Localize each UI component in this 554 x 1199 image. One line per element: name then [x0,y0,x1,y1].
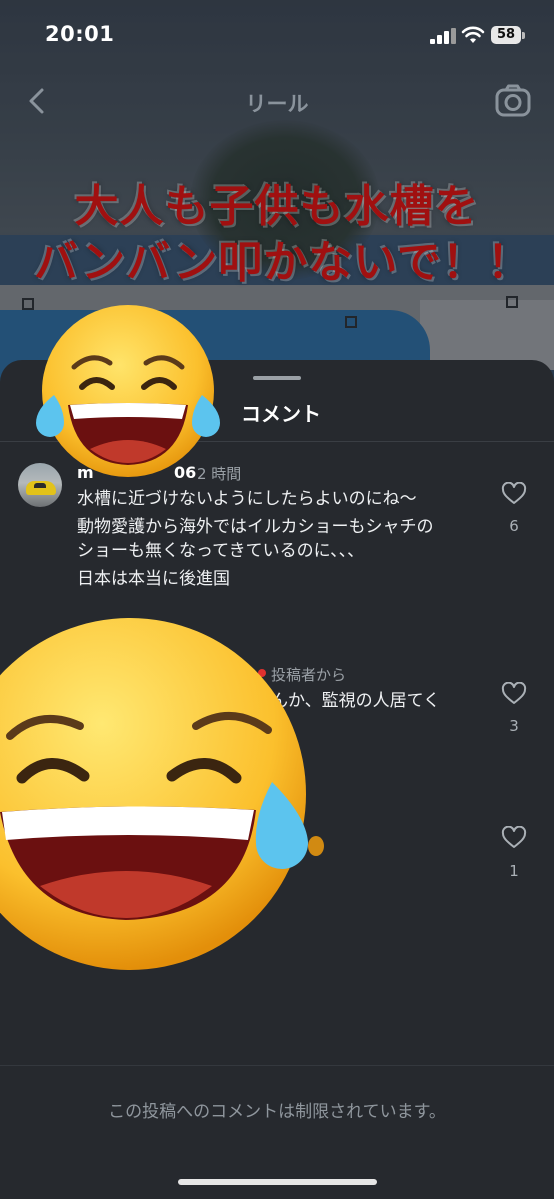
signal-icon [430,28,456,44]
comment-text-line: 日本は本当に後進国 [77,569,230,589]
comment-restricted-note: この投稿へのコメントは制限されています。 [108,1102,446,1122]
like-count: 3 [509,717,519,735]
status-time: 20:01 [45,22,115,46]
wifi-icon [461,26,485,43]
heart-icon[interactable] [501,682,527,706]
camera-icon[interactable] [494,82,532,120]
home-indicator[interactable] [178,1179,377,1185]
battery-tip [522,32,525,39]
like-count: 1 [509,862,519,880]
crying-laughing-emoji [0,618,324,970]
battery-icon: 58 [491,26,521,44]
crying-laughing-emoji [36,305,220,477]
page-title: リール [245,92,309,116]
comment-text-line: 水槽に近づけないようにしたらよいのにね〜 [77,489,417,509]
reel-caption-line1: 大人も子供も水槽を [74,181,480,232]
comment-text-line: ショーも無くなってきているのに、、、 [77,541,365,561]
comment-text-line: 動物愛護から海外ではイルカショーもシャチの [77,517,434,537]
heart-icon[interactable] [501,826,527,850]
heart-icon[interactable] [501,482,527,506]
divider [0,1065,554,1066]
sheet-grabber[interactable] [253,376,301,380]
like-count: 6 [509,517,519,535]
reel-caption-line2: バンバン叩かないで！！ [33,237,533,288]
